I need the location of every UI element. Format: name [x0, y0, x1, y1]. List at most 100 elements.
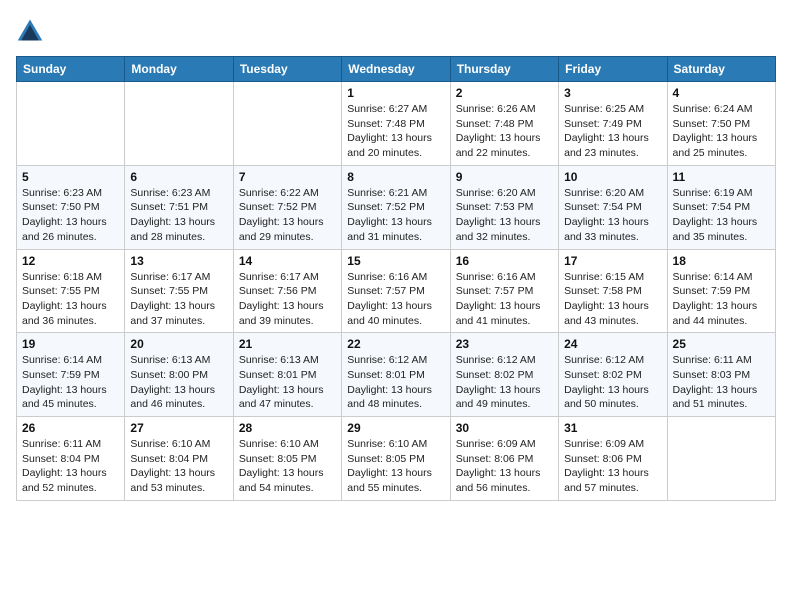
dow-header-thursday: Thursday: [450, 57, 558, 82]
calendar-week-3: 12 Sunrise: 6:18 AMSunset: 7:55 PMDayligh…: [17, 249, 776, 333]
calendar-cell: 19 Sunrise: 6:14 AMSunset: 7:59 PMDayligh…: [17, 333, 125, 417]
day-info: Sunrise: 6:10 AMSunset: 8:04 PMDaylight:…: [130, 437, 227, 496]
calendar-cell: 21 Sunrise: 6:13 AMSunset: 8:01 PMDayligh…: [233, 333, 341, 417]
day-info: Sunrise: 6:12 AMSunset: 8:02 PMDaylight:…: [564, 353, 661, 412]
day-number: 25: [673, 337, 770, 351]
dow-header-wednesday: Wednesday: [342, 57, 450, 82]
day-info: Sunrise: 6:09 AMSunset: 8:06 PMDaylight:…: [456, 437, 553, 496]
day-info: Sunrise: 6:16 AMSunset: 7:57 PMDaylight:…: [347, 270, 444, 329]
calendar-week-4: 19 Sunrise: 6:14 AMSunset: 7:59 PMDayligh…: [17, 333, 776, 417]
day-number: 11: [673, 170, 770, 184]
day-info: Sunrise: 6:26 AMSunset: 7:48 PMDaylight:…: [456, 102, 553, 161]
day-info: Sunrise: 6:10 AMSunset: 8:05 PMDaylight:…: [347, 437, 444, 496]
logo-icon: [16, 16, 44, 44]
calendar-cell: 4Sunrise: 6:24 AMSunset: 7:50 PMDaylight…: [667, 82, 775, 166]
day-number: 13: [130, 254, 227, 268]
day-number: 15: [347, 254, 444, 268]
calendar-cell: 22 Sunrise: 6:12 AMSunset: 8:01 PMDayligh…: [342, 333, 450, 417]
calendar-cell: 17 Sunrise: 6:15 AMSunset: 7:58 PMDayligh…: [559, 249, 667, 333]
calendar-week-2: 5 Sunrise: 6:23 AMSunset: 7:50 PMDaylight…: [17, 165, 776, 249]
calendar-cell: 3 Sunrise: 6:25 AMSunset: 7:49 PMDaylight…: [559, 82, 667, 166]
calendar-cell: 2 Sunrise: 6:26 AMSunset: 7:48 PMDaylight…: [450, 82, 558, 166]
day-number: 10: [564, 170, 661, 184]
calendar-week-1: 1Sunrise: 6:27 AMSunset: 7:48 PMDaylight…: [17, 82, 776, 166]
day-info: Sunrise: 6:12 AMSunset: 8:02 PMDaylight:…: [456, 353, 553, 412]
calendar-cell: 12 Sunrise: 6:18 AMSunset: 7:55 PMDayligh…: [17, 249, 125, 333]
calendar-cell: 26 Sunrise: 6:11 AMSunset: 8:04 PMDayligh…: [17, 417, 125, 501]
day-number: 31: [564, 421, 661, 435]
calendar-cell: 14 Sunrise: 6:17 AMSunset: 7:56 PMDayligh…: [233, 249, 341, 333]
day-number: 18: [673, 254, 770, 268]
day-info: Sunrise: 6:27 AMSunset: 7:48 PMDaylight:…: [347, 102, 444, 161]
calendar: SundayMondayTuesdayWednesdayThursdayFrid…: [16, 56, 776, 501]
day-info: Sunrise: 6:16 AMSunset: 7:57 PMDaylight:…: [456, 270, 553, 329]
day-info: Sunrise: 6:23 AMSunset: 7:50 PMDaylight:…: [22, 186, 119, 245]
day-info: Sunrise: 6:14 AMSunset: 7:59 PMDaylight:…: [673, 270, 770, 329]
dow-header-friday: Friday: [559, 57, 667, 82]
calendar-cell: 8 Sunrise: 6:21 AMSunset: 7:52 PMDaylight…: [342, 165, 450, 249]
day-info: Sunrise: 6:22 AMSunset: 7:52 PMDaylight:…: [239, 186, 336, 245]
logo: [16, 16, 48, 44]
day-number: 7: [239, 170, 336, 184]
page-header: [16, 16, 776, 44]
calendar-cell: 1Sunrise: 6:27 AMSunset: 7:48 PMDaylight…: [342, 82, 450, 166]
dow-header-sunday: Sunday: [17, 57, 125, 82]
dow-header-tuesday: Tuesday: [233, 57, 341, 82]
day-info: Sunrise: 6:13 AMSunset: 8:01 PMDaylight:…: [239, 353, 336, 412]
day-info: Sunrise: 6:20 AMSunset: 7:54 PMDaylight:…: [564, 186, 661, 245]
calendar-cell: 20Sunrise: 6:13 AMSunset: 8:00 PMDayligh…: [125, 333, 233, 417]
day-number: 30: [456, 421, 553, 435]
day-info: Sunrise: 6:13 AMSunset: 8:00 PMDaylight:…: [130, 353, 227, 412]
day-info: Sunrise: 6:24 AMSunset: 7:50 PMDaylight:…: [673, 102, 770, 161]
day-number: 2: [456, 86, 553, 100]
calendar-cell: [233, 82, 341, 166]
day-number: 14: [239, 254, 336, 268]
dow-header-saturday: Saturday: [667, 57, 775, 82]
day-number: 8: [347, 170, 444, 184]
calendar-cell: 29 Sunrise: 6:10 AMSunset: 8:05 PMDayligh…: [342, 417, 450, 501]
day-info: Sunrise: 6:20 AMSunset: 7:53 PMDaylight:…: [456, 186, 553, 245]
day-number: 29: [347, 421, 444, 435]
day-number: 5: [22, 170, 119, 184]
day-number: 6: [130, 170, 227, 184]
calendar-cell: [667, 417, 775, 501]
calendar-cell: 24Sunrise: 6:12 AMSunset: 8:02 PMDayligh…: [559, 333, 667, 417]
day-info: Sunrise: 6:18 AMSunset: 7:55 PMDaylight:…: [22, 270, 119, 329]
calendar-cell: 5 Sunrise: 6:23 AMSunset: 7:50 PMDaylight…: [17, 165, 125, 249]
calendar-cell: 30 Sunrise: 6:09 AMSunset: 8:06 PMDayligh…: [450, 417, 558, 501]
day-number: 12: [22, 254, 119, 268]
day-info: Sunrise: 6:17 AMSunset: 7:55 PMDaylight:…: [130, 270, 227, 329]
calendar-cell: 15 Sunrise: 6:16 AMSunset: 7:57 PMDayligh…: [342, 249, 450, 333]
day-number: 22: [347, 337, 444, 351]
day-info: Sunrise: 6:15 AMSunset: 7:58 PMDaylight:…: [564, 270, 661, 329]
day-info: Sunrise: 6:25 AMSunset: 7:49 PMDaylight:…: [564, 102, 661, 161]
day-info: Sunrise: 6:11 AMSunset: 8:04 PMDaylight:…: [22, 437, 119, 496]
day-number: 21: [239, 337, 336, 351]
day-info: Sunrise: 6:21 AMSunset: 7:52 PMDaylight:…: [347, 186, 444, 245]
day-info: Sunrise: 6:12 AMSunset: 8:01 PMDaylight:…: [347, 353, 444, 412]
calendar-cell: 28Sunrise: 6:10 AMSunset: 8:05 PMDayligh…: [233, 417, 341, 501]
calendar-cell: [125, 82, 233, 166]
calendar-cell: 10 Sunrise: 6:20 AMSunset: 7:54 PMDayligh…: [559, 165, 667, 249]
day-number: 27: [130, 421, 227, 435]
day-number: 23: [456, 337, 553, 351]
calendar-cell: 31Sunrise: 6:09 AMSunset: 8:06 PMDayligh…: [559, 417, 667, 501]
calendar-cell: 7 Sunrise: 6:22 AMSunset: 7:52 PMDaylight…: [233, 165, 341, 249]
day-number: 19: [22, 337, 119, 351]
calendar-cell: 23 Sunrise: 6:12 AMSunset: 8:02 PMDayligh…: [450, 333, 558, 417]
day-number: 3: [564, 86, 661, 100]
day-number: 17: [564, 254, 661, 268]
dow-header-monday: Monday: [125, 57, 233, 82]
calendar-cell: 16Sunrise: 6:16 AMSunset: 7:57 PMDayligh…: [450, 249, 558, 333]
day-info: Sunrise: 6:14 AMSunset: 7:59 PMDaylight:…: [22, 353, 119, 412]
calendar-cell: [17, 82, 125, 166]
day-number: 28: [239, 421, 336, 435]
day-number: 26: [22, 421, 119, 435]
day-info: Sunrise: 6:17 AMSunset: 7:56 PMDaylight:…: [239, 270, 336, 329]
calendar-cell: 18 Sunrise: 6:14 AMSunset: 7:59 PMDayligh…: [667, 249, 775, 333]
day-number: 9: [456, 170, 553, 184]
calendar-cell: 13 Sunrise: 6:17 AMSunset: 7:55 PMDayligh…: [125, 249, 233, 333]
calendar-cell: 6Sunrise: 6:23 AMSunset: 7:51 PMDaylight…: [125, 165, 233, 249]
calendar-cell: 27 Sunrise: 6:10 AMSunset: 8:04 PMDayligh…: [125, 417, 233, 501]
day-info: Sunrise: 6:11 AMSunset: 8:03 PMDaylight:…: [673, 353, 770, 412]
